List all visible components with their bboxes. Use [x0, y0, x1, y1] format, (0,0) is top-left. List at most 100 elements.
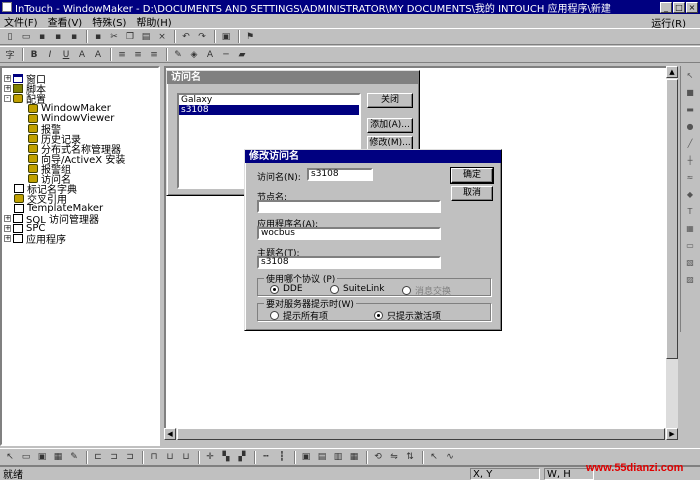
node-name-field[interactable] [257, 200, 441, 213]
expand-icon[interactable]: + [4, 214, 11, 222]
text-tool-icon[interactable]: T [683, 205, 697, 219]
new-icon[interactable]: ▯ [3, 30, 17, 43]
polygon-tool-icon[interactable]: ◆ [683, 188, 697, 202]
application-name-field[interactable]: wocbus [257, 227, 441, 240]
ungroup-icon[interactable]: ▤ [315, 451, 329, 464]
export-icon[interactable]: ▪ [67, 30, 81, 43]
list-item[interactable]: Galaxy [179, 95, 359, 105]
smooth-icon[interactable]: ∿ [443, 451, 457, 464]
menu-view[interactable]: 查看(V) [48, 14, 83, 29]
align-center-icon[interactable]: ⊐ [107, 451, 121, 464]
space-horizontal-icon[interactable]: ┅ [259, 451, 273, 464]
expand-icon[interactable]: + [4, 234, 11, 242]
scroll-up-icon[interactable]: ▲ [666, 66, 678, 78]
paste-icon[interactable]: ▤ [139, 30, 153, 43]
bring-front-icon[interactable]: ▚ [219, 451, 233, 464]
cancel-button[interactable]: 取消 [451, 186, 493, 201]
window-color-icon[interactable]: ▰ [235, 48, 249, 61]
wizard-tool-icon[interactable]: ▨ [683, 273, 697, 287]
menu-file[interactable]: 文件(F) [4, 14, 38, 29]
select-tool-icon[interactable]: ↖ [683, 69, 697, 83]
text-color-icon[interactable]: A [203, 48, 217, 61]
line-style-icon[interactable]: ─ [219, 48, 233, 61]
align-left-icon[interactable]: ≡ [115, 48, 129, 61]
ok-button[interactable]: 确定 [450, 167, 494, 184]
cut-icon[interactable]: ✂ [107, 30, 121, 43]
minimize-button[interactable]: _ [660, 1, 672, 13]
button-tool-icon[interactable]: ▭ [683, 239, 697, 253]
advise-all-items-radio[interactable]: 提示所有项 [270, 309, 328, 322]
align-right-icon[interactable]: ≡ [147, 48, 161, 61]
close-button[interactable]: 关闭 [367, 93, 413, 108]
trend-tool-icon[interactable]: ▧ [683, 256, 697, 270]
tree-item-cross-reference[interactable]: 交叉引用 [14, 193, 67, 206]
align-middle-icon[interactable]: ⊔ [163, 451, 177, 464]
rotate-icon[interactable]: ⟲ [371, 451, 385, 464]
pencil-icon[interactable]: ✎ [67, 451, 81, 464]
runtime-icon[interactable]: ⚑ [243, 30, 257, 43]
protocol-dde-radio[interactable]: DDE [270, 284, 303, 294]
protocol-suitelink-radio[interactable]: SuiteLink [330, 284, 384, 294]
polyline-tool-icon[interactable]: ≈ [683, 171, 697, 185]
reshape-icon[interactable]: ↖ [427, 451, 441, 464]
window-icon[interactable]: ▪ [91, 30, 105, 43]
font-larger-icon[interactable]: A [91, 48, 105, 61]
tree-item-windowmaker[interactable]: WindowMaker [28, 103, 111, 114]
save-all-icon[interactable]: ▪ [51, 30, 65, 43]
tree-item-applications[interactable]: + 应用程序 [4, 233, 66, 246]
font-smaller-icon[interactable]: A [75, 48, 89, 61]
ellipse-tool-icon[interactable]: ● [683, 120, 697, 134]
open-icon[interactable]: ▭ [19, 30, 33, 43]
add-button[interactable]: 添加(A)... [367, 118, 413, 133]
undo-icon[interactable]: ↶ [179, 30, 193, 43]
grid-icon[interactable]: ▦ [51, 451, 65, 464]
align-center-icon[interactable]: ≡ [131, 48, 145, 61]
scroll-thumb[interactable] [666, 79, 678, 359]
line-color-icon[interactable]: ✎ [171, 48, 185, 61]
rounded-rect-tool-icon[interactable]: ▬ [683, 103, 697, 117]
expand-icon[interactable]: + [4, 74, 11, 82]
align-left-icon[interactable]: ⊏ [91, 451, 105, 464]
flip-vertical-icon[interactable]: ⇅ [403, 451, 417, 464]
print-icon[interactable]: ▣ [219, 30, 233, 43]
close-button[interactable]: × [686, 1, 698, 13]
list-item-selected[interactable]: s3108 [179, 105, 359, 115]
bitmap-tool-icon[interactable]: ▦ [683, 222, 697, 236]
space-vertical-icon[interactable]: ┇ [275, 451, 289, 464]
window-icon[interactable]: ▭ [19, 451, 33, 464]
rectangle-tool-icon[interactable]: ■ [683, 86, 697, 100]
copy-icon[interactable]: ❐ [123, 30, 137, 43]
group-icon[interactable]: ▣ [299, 451, 313, 464]
topic-name-field[interactable]: s3108 [257, 256, 441, 269]
expand-icon[interactable]: + [4, 224, 11, 232]
save-icon[interactable]: ▪ [35, 30, 49, 43]
horizontal-scrollbar[interactable]: ◀ ▶ [164, 428, 678, 440]
advise-active-items-radio[interactable]: 只提示激活项 [374, 309, 441, 322]
collapse-icon[interactable]: - [4, 94, 11, 102]
scroll-right-icon[interactable]: ▶ [666, 428, 678, 440]
make-cell-icon[interactable]: ▥ [331, 451, 345, 464]
break-cell-icon[interactable]: ▦ [347, 451, 361, 464]
align-top-icon[interactable]: ⊓ [147, 451, 161, 464]
menu-help[interactable]: 帮助(H) [136, 14, 171, 29]
bold-icon[interactable]: B [27, 48, 41, 61]
align-bottom-icon[interactable]: ⊔ [179, 451, 193, 464]
menu-special[interactable]: 特殊(S) [92, 14, 126, 29]
vertical-scrollbar[interactable]: ▲ ▼ [666, 66, 678, 440]
scroll-left-icon[interactable]: ◀ [164, 428, 176, 440]
redo-icon[interactable]: ↷ [195, 30, 209, 43]
tree-item-sql-access-manager[interactable]: + SQL 访问管理器 [4, 213, 99, 226]
font-icon[interactable]: 字 [3, 48, 17, 61]
maximize-button[interactable]: □ [673, 1, 685, 13]
delete-icon[interactable]: × [155, 30, 169, 43]
align-right-icon[interactable]: ⊐ [123, 451, 137, 464]
access-name-field[interactable]: s3108 [307, 168, 373, 181]
send-back-icon[interactable]: ▞ [235, 451, 249, 464]
flip-horizontal-icon[interactable]: ⇋ [387, 451, 401, 464]
tree-item-configure[interactable]: - 配置 [4, 93, 46, 106]
align-center-point-icon[interactable]: ✛ [203, 451, 217, 464]
expand-icon[interactable]: + [4, 84, 11, 92]
hv-line-tool-icon[interactable]: ┼ [683, 154, 697, 168]
pointer-icon[interactable]: ↖ [3, 451, 17, 464]
line-tool-icon[interactable]: ╱ [683, 137, 697, 151]
